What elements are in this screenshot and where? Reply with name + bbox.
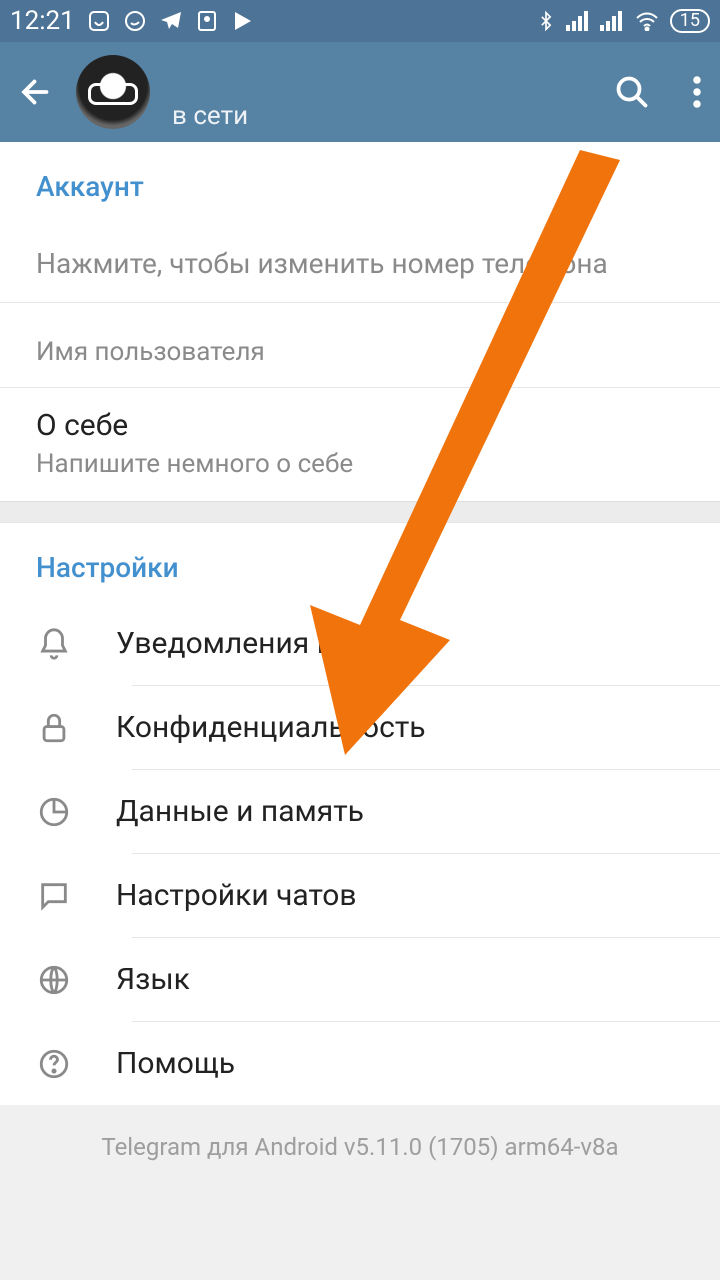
help-icon <box>36 1047 72 1081</box>
settings-item-notifications[interactable]: Уведомления и звук <box>0 602 720 685</box>
clock: 12:21 <box>10 6 75 36</box>
version-footer: Telegram для Android v5.11.0 (1705) arm6… <box>0 1105 720 1171</box>
settings-item-language[interactable]: Язык <box>0 938 720 1021</box>
settings-item-label: Уведомления и звук <box>116 626 404 661</box>
more-icon[interactable] <box>692 74 702 110</box>
phone-hint: Нажмите, чтобы изменить номер телефона <box>36 247 684 280</box>
settings-item-chats[interactable]: Настройки чатов <box>0 854 720 937</box>
settings-section: Настройки Уведомления и звук Конфиденциа… <box>0 523 720 1105</box>
whatsapp-icon <box>123 9 147 33</box>
lock-icon <box>36 711 72 745</box>
avatar[interactable] <box>76 55 150 129</box>
bio-label: О себе <box>36 408 684 443</box>
settings-item-label: Данные и память <box>116 794 364 829</box>
username-label: Имя пользователя <box>36 337 684 367</box>
search-icon[interactable] <box>614 74 650 110</box>
android-status-bar: 12:21 15 <box>0 0 720 42</box>
play-store-icon <box>231 9 255 33</box>
telegram-icon <box>159 9 183 33</box>
online-status: в сети <box>172 101 592 131</box>
bluetooth-icon <box>536 9 556 33</box>
bio-hint: Напишите немного о себе <box>36 449 684 479</box>
username-row[interactable]: Имя пользователя <box>0 303 720 377</box>
section-header-account: Аккаунт <box>0 142 720 221</box>
app-bar: в сети <box>0 42 720 142</box>
battery-indicator: 15 <box>670 9 710 33</box>
signal-icon <box>566 11 590 31</box>
settings-item-label: Язык <box>116 962 190 997</box>
maps-icon <box>195 9 219 33</box>
settings-item-label: Конфиденциальность <box>116 710 426 745</box>
wifi-icon <box>634 11 660 31</box>
notification-icon <box>87 9 111 33</box>
signal-icon-2 <box>600 11 624 31</box>
settings-item-label: Помощь <box>116 1046 235 1081</box>
chat-icon <box>36 879 72 913</box>
section-divider <box>0 501 720 523</box>
pie-icon <box>36 795 72 829</box>
settings-item-data[interactable]: Данные и память <box>0 770 720 853</box>
phone-row[interactable]: Нажмите, чтобы изменить номер телефона <box>0 221 720 303</box>
back-icon[interactable] <box>18 74 54 110</box>
settings-item-help[interactable]: Помощь <box>0 1022 720 1105</box>
account-section: Аккаунт Нажмите, чтобы изменить номер те… <box>0 142 720 501</box>
settings-item-privacy[interactable]: Конфиденциальность <box>0 686 720 769</box>
bio-row[interactable]: О себе Напишите немного о себе <box>0 388 720 501</box>
section-header-settings: Настройки <box>0 523 720 602</box>
settings-item-label: Настройки чатов <box>116 878 357 913</box>
bell-icon <box>36 627 72 661</box>
globe-icon <box>36 963 72 997</box>
